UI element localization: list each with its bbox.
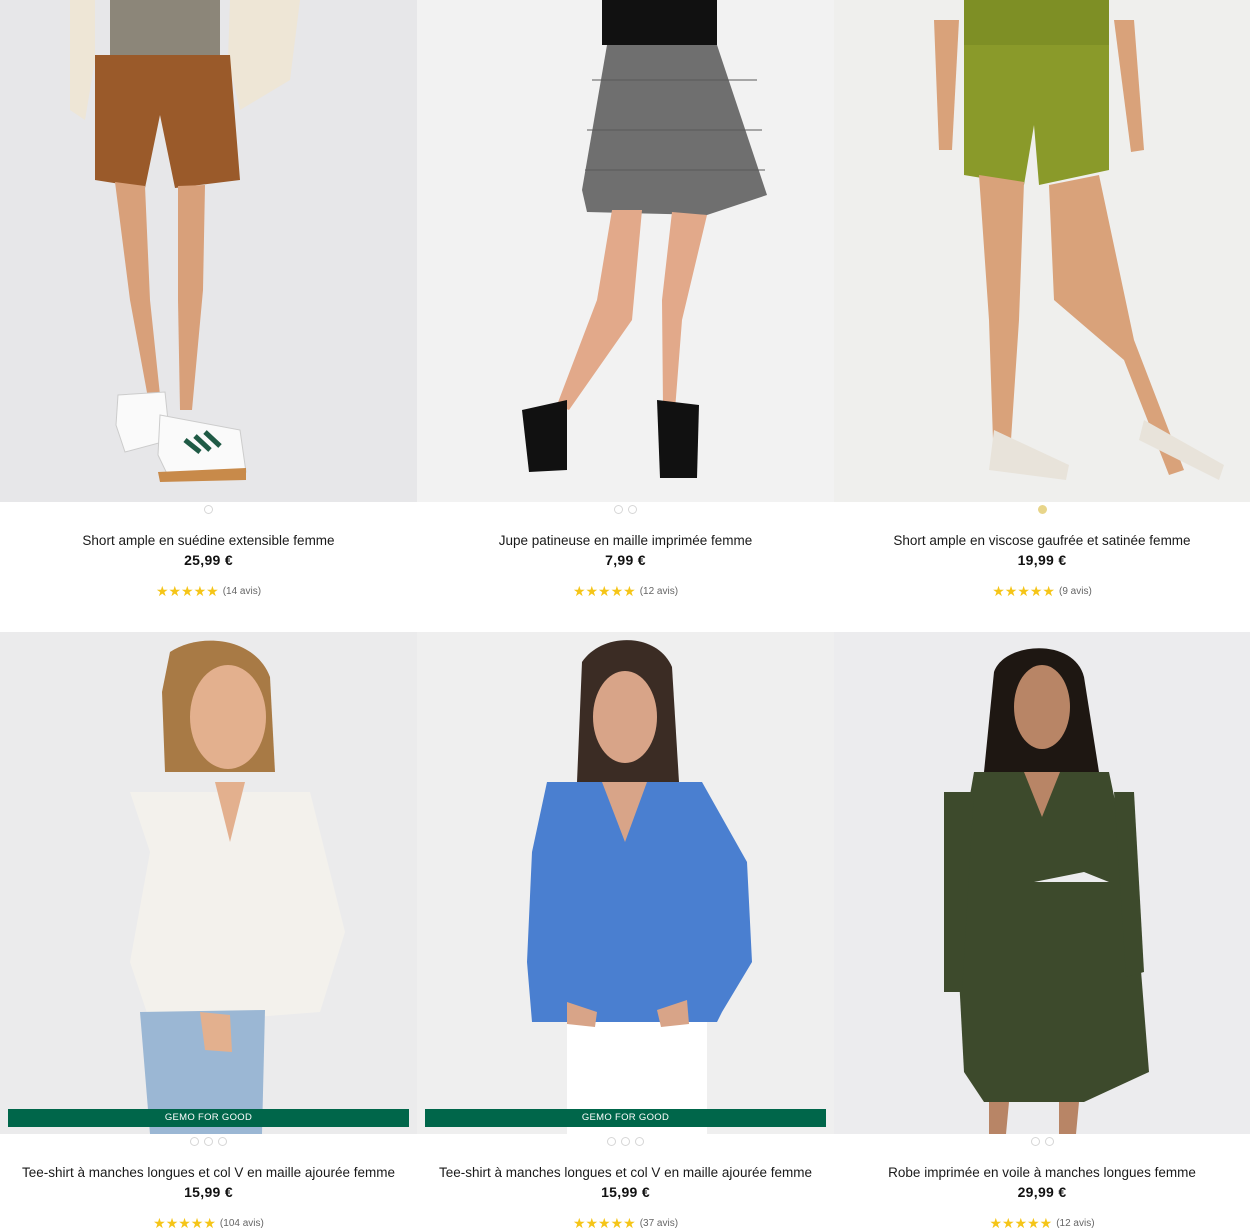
product-card[interactable]: Short ample en viscose gaufrée et satiné… [834,0,1250,632]
product-name[interactable]: Robe imprimée en voile à manches longues… [834,1165,1250,1180]
product-card[interactable]: Jupe patineuse en maille imprimée femme … [417,0,834,632]
product-image[interactable]: GEMO FOR GOOD [0,632,417,1134]
review-count: (14 avis) [222,585,262,597]
product-image[interactable] [834,632,1250,1134]
product-grid: Short ample en suédine extensible femme … [0,0,1250,1231]
product-image[interactable] [0,0,417,502]
pagination-dot[interactable] [635,1137,644,1146]
product-name[interactable]: Tee-shirt à manches longues et col V en … [417,1165,834,1180]
review-count: (12 avis) [1056,1217,1095,1229]
image-pagination[interactable] [834,1137,1250,1146]
image-pagination[interactable] [417,1137,834,1146]
product-rating[interactable]: ★★★★★ (12 avis) [417,584,834,598]
pagination-dot[interactable] [218,1137,227,1146]
promo-badge: GEMO FOR GOOD [425,1109,826,1127]
product-rating[interactable]: ★★★★★ (14 avis) [0,584,417,598]
product-price: 25,99 € [184,552,233,568]
star-rating-icon: ★★★★★ [572,1215,636,1231]
product-rating[interactable]: ★★★★★ (104 avis) [0,1216,417,1230]
pagination-dot[interactable] [628,505,637,514]
product-card[interactable]: Short ample en suédine extensible femme … [0,0,417,632]
product-name[interactable]: Short ample en suédine extensible femme [0,533,417,548]
product-name[interactable]: Short ample en viscose gaufrée et satiné… [834,533,1250,548]
pagination-dot-active[interactable] [1037,505,1047,514]
product-name[interactable]: Jupe patineuse en maille imprimée femme [417,533,834,548]
image-pagination[interactable] [417,505,834,514]
pagination-dot[interactable] [614,505,623,514]
pagination-dot[interactable] [204,505,213,514]
pagination-dot[interactable] [1030,1137,1040,1146]
product-card[interactable]: GEMO FOR GOOD Tee-shirt à manches longue… [0,632,417,1231]
review-count: (9 avis) [1058,585,1092,597]
product-rating[interactable]: ★★★★★ (12 avis) [834,1216,1250,1230]
image-pagination[interactable] [834,505,1250,514]
review-count: (104 avis) [219,1217,264,1229]
pagination-dot[interactable] [607,1137,616,1146]
star-rating-icon: ★★★★★ [989,1215,1053,1231]
promo-badge: GEMO FOR GOOD [8,1109,409,1127]
product-card[interactable]: Robe imprimée en voile à manches longues… [834,632,1250,1231]
product-price: 29,99 € [1017,1184,1067,1200]
star-rating-icon: ★★★★★ [153,1215,216,1231]
product-price: 15,99 € [601,1184,650,1200]
pagination-dot[interactable] [1044,1137,1054,1146]
product-card[interactable]: GEMO FOR GOOD Tee-shirt à manches longue… [417,632,834,1231]
product-price: 7,99 € [605,552,646,568]
product-image[interactable]: GEMO FOR GOOD [417,632,834,1134]
image-pagination[interactable] [0,505,417,514]
pagination-dot[interactable] [190,1137,199,1146]
pagination-dot[interactable] [204,1137,213,1146]
product-image[interactable] [834,0,1250,502]
pagination-dot[interactable] [621,1137,630,1146]
product-price: 19,99 € [1017,552,1067,568]
product-rating[interactable]: ★★★★★ (37 avis) [417,1216,834,1230]
product-price: 15,99 € [184,1184,233,1200]
review-count: (37 avis) [639,1217,679,1229]
star-rating-icon: ★★★★★ [155,583,219,599]
star-rating-icon: ★★★★★ [992,583,1055,599]
star-rating-icon: ★★★★★ [572,583,636,599]
image-pagination[interactable] [0,1137,417,1146]
product-name[interactable]: Tee-shirt à manches longues et col V en … [0,1165,417,1180]
product-rating[interactable]: ★★★★★ (9 avis) [834,584,1250,598]
review-count: (12 avis) [639,585,679,597]
product-image[interactable] [417,0,834,502]
